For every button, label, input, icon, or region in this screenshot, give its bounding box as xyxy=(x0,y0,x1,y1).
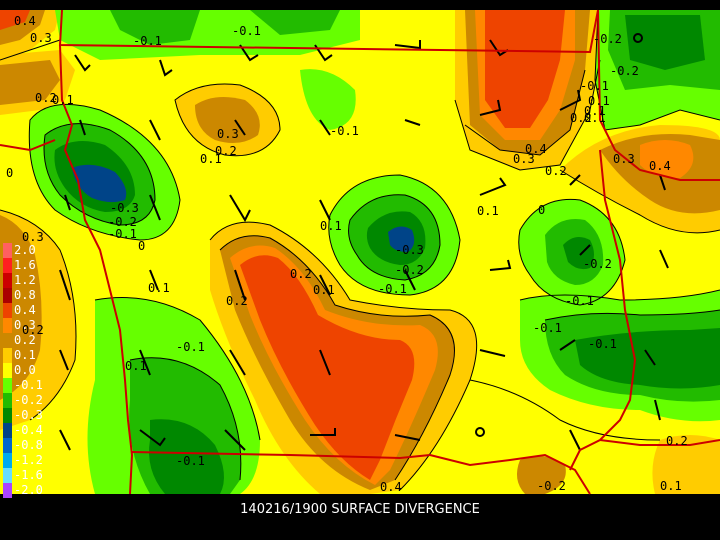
legend-swatch xyxy=(3,438,12,453)
contour-label: -0.2 xyxy=(593,32,622,46)
legend-row: -1.6 xyxy=(3,468,49,483)
legend-row: -2.0 xyxy=(3,483,49,498)
legend-label: -1.6 xyxy=(14,468,43,482)
contour-label: 0 xyxy=(138,239,145,253)
legend-label: 0.3 xyxy=(14,318,36,332)
contour-label: -0.2 xyxy=(610,64,639,78)
legend-row: 0.2 xyxy=(3,333,49,348)
contour-label: -0.1 xyxy=(580,79,609,93)
legend-swatch xyxy=(3,333,12,348)
legend-swatch xyxy=(3,288,12,303)
legend-label: 0.0 xyxy=(14,363,36,377)
legend-swatch xyxy=(3,393,12,408)
map-canvas: 0.4 0.3 -0.1 -0.1 0.2 0.1 0.3 0.2 0.1 -0… xyxy=(0,9,720,495)
contour-label: -0.3 xyxy=(110,201,139,215)
contour-label: 0.4 xyxy=(14,14,36,28)
contour-label: 0.1 xyxy=(200,152,222,166)
contour-label: 0.4 xyxy=(649,159,671,173)
contour-label: 0.3 xyxy=(30,31,52,45)
contour-label: 0.1 xyxy=(52,93,74,107)
contour-label: 0.2 xyxy=(666,434,688,448)
legend-label: -0.2 xyxy=(14,393,43,407)
legend-swatch xyxy=(3,408,12,423)
contour-label: -0.3 xyxy=(395,243,424,257)
legend-swatch xyxy=(3,303,12,318)
legend-row: 0.1 xyxy=(3,348,49,363)
contour-label: 0 xyxy=(538,203,545,217)
contour-label: 0.2 xyxy=(290,267,312,281)
legend-swatch xyxy=(3,363,12,378)
contour-label: -0.1 xyxy=(176,454,205,468)
contour-label: 0.1 xyxy=(584,104,606,118)
legend-label: 2.0 xyxy=(14,243,36,257)
legend-swatch xyxy=(3,258,12,273)
contour-label: 0.1 xyxy=(660,479,682,493)
surface-divergence-map: 0.4 0.3 -0.1 -0.1 0.2 0.1 0.3 0.2 0.1 -0… xyxy=(0,0,720,540)
contour-label: 0.3 xyxy=(513,152,535,166)
legend-label: -1.2 xyxy=(14,453,43,467)
legend-row: -1.2 xyxy=(3,453,49,468)
legend-swatch xyxy=(3,243,12,258)
contour-label: -0.1 xyxy=(588,337,617,351)
legend-swatch xyxy=(3,423,12,438)
legend-row: 2.0 xyxy=(3,243,49,258)
legend-label: 1.6 xyxy=(14,258,36,272)
contour-label: 0.1 xyxy=(477,204,499,218)
legend-swatch xyxy=(3,483,12,498)
map-title: 140216/1900 SURFACE DIVERGENCE xyxy=(240,502,480,517)
contour-label: -0.1 xyxy=(133,34,162,48)
legend-row: 1.6 xyxy=(3,258,49,273)
legend-swatch xyxy=(3,468,12,483)
legend-label: 0.2 xyxy=(14,333,36,347)
legend-swatch xyxy=(3,453,12,468)
legend-label: -2.0 xyxy=(14,483,43,497)
legend-swatch xyxy=(3,378,12,393)
legend-label: 0.1 xyxy=(14,348,36,362)
legend-label: 1.2 xyxy=(14,273,36,287)
legend-row: -0.2 xyxy=(3,393,49,408)
contour-label: 0.2 xyxy=(226,294,248,308)
legend-swatch xyxy=(3,348,12,363)
legend-label: -0.4 xyxy=(14,423,43,437)
contour-label: 0.1 xyxy=(125,359,147,373)
contour-label: -0.1 xyxy=(108,227,137,241)
contour-label: 0.4 xyxy=(380,480,402,494)
contour-label: 0.3 xyxy=(217,127,239,141)
contour-label: -0.1 xyxy=(533,321,562,335)
legend-label: -0.1 xyxy=(14,378,43,392)
contour-label: -0.1 xyxy=(565,294,594,308)
contour-label: 0.3 xyxy=(613,152,635,166)
legend-label: 0.4 xyxy=(14,303,36,317)
contour-label: 0.2 xyxy=(545,164,567,178)
legend-swatch xyxy=(3,273,12,288)
legend-label: 0.8 xyxy=(14,288,36,302)
legend-row: 0.8 xyxy=(3,288,49,303)
legend-row: -0.1 xyxy=(3,378,49,393)
contour-label: 0.1 xyxy=(320,219,342,233)
contour-label: -0.2 xyxy=(583,257,612,271)
contour-label: -0.2 xyxy=(395,263,424,277)
contour-label: -0.1 xyxy=(232,24,261,38)
legend-label: -0.3 xyxy=(14,408,43,422)
legend-row: -0.4 xyxy=(3,423,49,438)
contour-label: -0.1 xyxy=(176,340,205,354)
contour-label: 0 xyxy=(6,166,13,180)
contour-label: 0.3 xyxy=(22,230,44,244)
contour-label: -0.1 xyxy=(330,124,359,138)
legend-row: 0.4 xyxy=(3,303,49,318)
legend-row: 0.3 xyxy=(3,318,49,333)
legend-swatch xyxy=(3,318,12,333)
contour-label: -0.1 xyxy=(378,282,407,296)
legend-row: -0.8 xyxy=(3,438,49,453)
legend-label: -0.8 xyxy=(14,438,43,452)
legend-row: 0.0 xyxy=(3,363,49,378)
contour-label: -0.2 xyxy=(537,479,566,493)
contour-label: 0.1 xyxy=(313,283,335,297)
legend-row: 1.2 xyxy=(3,273,49,288)
legend-row: -0.3 xyxy=(3,408,49,423)
color-legend: 2.0 1.6 1.2 0.8 0.4 0.3 0.2 0.1 0.0 -0.1 -0.2 -0.3-… xyxy=(3,243,49,498)
contour-label: 0.1 xyxy=(148,281,170,295)
